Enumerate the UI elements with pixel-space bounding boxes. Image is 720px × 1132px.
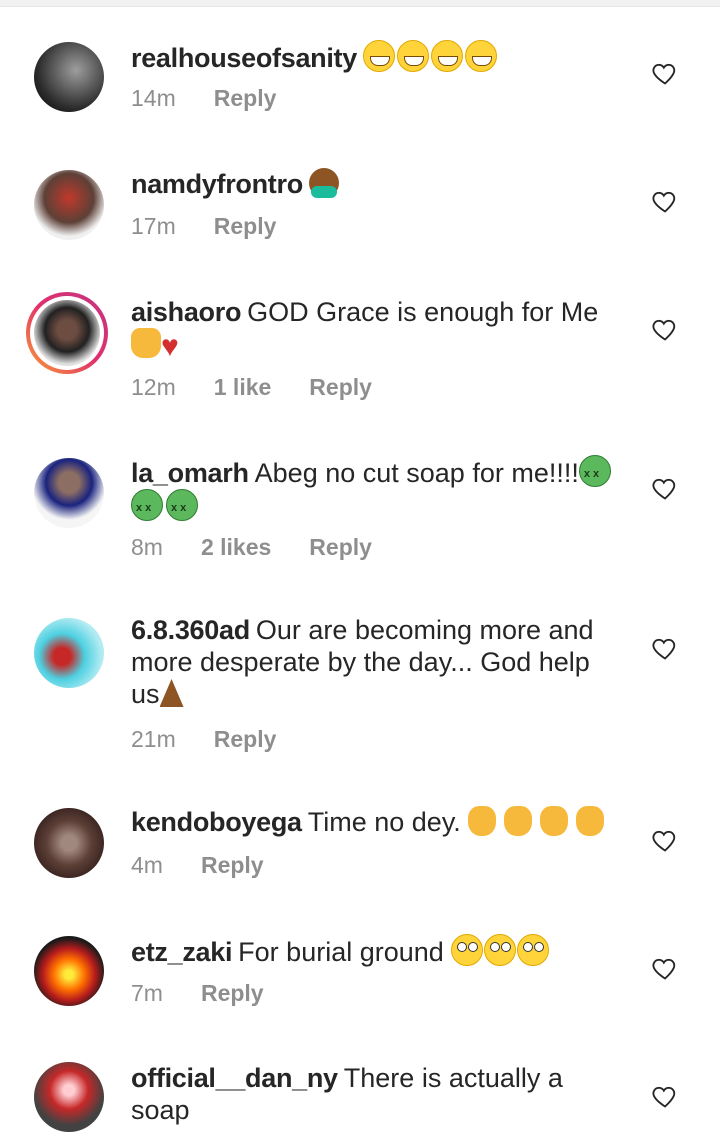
comment-body: realhouseofsanity	[131, 40, 621, 74]
comment-time: 14m	[131, 85, 176, 111]
comment-meta: 14m Reply	[131, 85, 314, 112]
comment-body: kendoboyega Time no dey.	[131, 806, 621, 838]
avatar	[34, 300, 100, 366]
comment-time: 17m	[131, 213, 176, 239]
comment-body: aishaoro GOD Grace is enough for Me ♥	[131, 296, 621, 363]
reply-button[interactable]: Reply	[309, 374, 372, 400]
like-heart-icon[interactable]	[651, 315, 679, 343]
like-heart-icon[interactable]	[651, 1082, 679, 1110]
comment-username[interactable]: namdyfrontro	[131, 169, 303, 199]
comment-username[interactable]: etz_zaki	[131, 937, 232, 967]
comment-time: 12m	[131, 374, 176, 400]
top-divider	[0, 0, 720, 7]
sick-emoji-icon	[131, 489, 163, 524]
reply-button[interactable]: Reply	[201, 980, 264, 1006]
comment-text: Time no dey.	[307, 807, 461, 837]
reply-button[interactable]: Reply	[214, 85, 277, 111]
pray-emoji-icon	[159, 679, 184, 707]
avatar-story-ring[interactable]	[26, 292, 108, 374]
comment-meta: 21m Reply	[131, 726, 314, 753]
facepalm-emoji-icon	[308, 168, 339, 198]
comment-text: Abeg no cut soap for me!!!!	[254, 458, 579, 488]
avatar[interactable]	[34, 618, 104, 688]
comment-username[interactable]: kendoboyega	[131, 807, 302, 837]
comment-time: 8m	[131, 534, 163, 560]
comment-time: 4m	[131, 852, 163, 878]
reply-button[interactable]: Reply	[309, 534, 372, 560]
likes-count[interactable]: 1 like	[214, 374, 272, 400]
avatar[interactable]	[34, 808, 104, 878]
comment-time: 21m	[131, 726, 176, 752]
clap-emoji-icon	[468, 806, 612, 837]
sick-emoji-icon	[166, 489, 198, 524]
sick-emoji-icon	[578, 455, 611, 490]
like-heart-icon[interactable]	[651, 954, 679, 982]
reply-button[interactable]: Reply	[214, 213, 277, 239]
comment-username[interactable]: aishaoro	[131, 297, 241, 327]
avatar[interactable]	[34, 458, 104, 528]
eye-roll-emoji-icon	[451, 934, 550, 967]
comment-meta: 8m 2 likes Reply	[131, 534, 410, 561]
avatar[interactable]	[34, 42, 104, 112]
comment-meta: 4m Reply	[131, 852, 302, 879]
comment-username[interactable]: 6.8.360ad	[131, 615, 250, 645]
avatar[interactable]	[34, 936, 104, 1006]
like-heart-icon[interactable]	[651, 187, 679, 215]
reply-button[interactable]: Reply	[201, 852, 264, 878]
comment-time: 7m	[131, 980, 163, 1006]
like-heart-icon[interactable]	[651, 59, 679, 87]
comment-username[interactable]: realhouseofsanity	[131, 43, 357, 73]
likes-count[interactable]: 2 likes	[201, 534, 271, 560]
comment-username[interactable]: official__dan_ny	[131, 1063, 338, 1093]
raised-hands-emoji-icon	[131, 328, 161, 358]
comment-body: namdyfrontro	[131, 168, 621, 200]
comment-text: GOD Grace is enough for Me	[247, 297, 599, 327]
heart-emoji-icon: ♥	[161, 330, 179, 363]
grin-emoji-icon	[362, 40, 499, 73]
comment-body: etz_zaki For burial ground	[131, 934, 621, 968]
like-heart-icon[interactable]	[651, 826, 679, 854]
comment-meta: 7m Reply	[131, 980, 302, 1007]
comment-body: 6.8.360ad Our are becoming more and more …	[131, 614, 621, 710]
comment-meta: 17m Reply	[131, 213, 314, 240]
avatar[interactable]	[34, 170, 104, 240]
comment-meta: 12m 1 like Reply	[131, 374, 410, 401]
avatar[interactable]	[34, 1062, 104, 1132]
like-heart-icon[interactable]	[651, 474, 679, 502]
like-heart-icon[interactable]	[651, 634, 679, 662]
comment-username[interactable]: la_omarh	[131, 458, 249, 488]
comment-text: For burial ground	[238, 937, 444, 967]
comment-body: la_omarh Abeg no cut soap for me!!!!	[131, 455, 621, 524]
comment-body: official__dan_ny There is actually a soap	[131, 1062, 621, 1126]
reply-button[interactable]: Reply	[214, 726, 277, 752]
